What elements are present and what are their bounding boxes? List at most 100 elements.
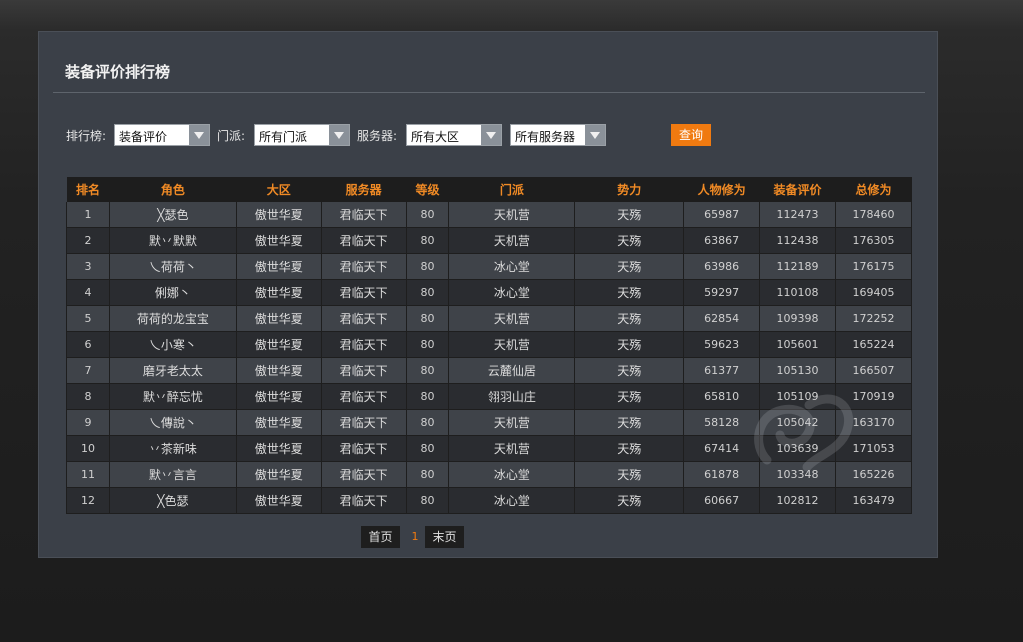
cell-total-cultivation: 169405 — [835, 279, 913, 306]
rank-filter-label: 排行榜: — [66, 129, 107, 143]
cell-equipment-score: 112438 — [759, 227, 836, 254]
cell-total-cultivation: 172252 — [835, 305, 913, 332]
region-select-value: 所有大区 — [411, 130, 460, 144]
current-page-number[interactable]: 1 — [410, 526, 420, 548]
cell-total-cultivation: 165224 — [835, 331, 913, 358]
cell-region: 傲世华夏 — [236, 357, 322, 384]
cell-server: 君临天下 — [321, 487, 407, 514]
cell-total-cultivation: 176305 — [835, 227, 913, 254]
cell-server: 君临天下 — [321, 383, 407, 410]
header-level: 等级 — [406, 177, 449, 202]
cell-equipment-score: 102812 — [759, 487, 836, 514]
cell-region: 傲世华夏 — [236, 409, 322, 436]
cell-rank: 3 — [66, 253, 110, 280]
cell-force: 天殇 — [574, 383, 685, 410]
cell-rank: 5 — [66, 305, 110, 332]
cell-character: 乀荷荷丶 — [109, 253, 237, 280]
cell-character: 默丷醉忘忧 — [109, 383, 237, 410]
table-row: 5 荷荷的龙宝宝 傲世华夏 君临天下 80 天机营 天殇 62854 10939… — [66, 305, 913, 332]
table-row: 12 ╳色瑟 傲世华夏 君临天下 80 冰心堂 天殇 60667 102812 … — [66, 487, 913, 514]
cell-character: 荷荷的龙宝宝 — [109, 305, 237, 332]
cell-region: 傲世华夏 — [236, 202, 322, 228]
cell-rank: 2 — [66, 227, 110, 254]
cell-character-cultivation: 62854 — [683, 305, 761, 332]
cell-level: 80 — [406, 383, 450, 410]
cell-level: 80 — [406, 253, 450, 280]
faction-filter-label: 门派: — [217, 129, 246, 143]
cell-faction: 天机营 — [448, 305, 576, 332]
cell-server: 君临天下 — [321, 435, 407, 462]
cell-force: 天殇 — [574, 331, 685, 358]
cell-character: 俐娜丶 — [109, 279, 237, 306]
header-faction: 门派 — [448, 177, 575, 202]
rank-select-value: 装备评价 — [119, 130, 168, 144]
rank-select[interactable]: 装备评价 — [114, 124, 210, 146]
cell-character-cultivation: 59623 — [683, 331, 761, 358]
cell-level: 80 — [406, 331, 450, 358]
query-button[interactable]: 查询 — [671, 124, 711, 146]
chevron-down-icon[interactable] — [481, 125, 501, 145]
cell-faction: 翎羽山庄 — [448, 383, 576, 410]
cell-faction: 冰心堂 — [448, 253, 576, 280]
region-select[interactable]: 所有大区 — [406, 124, 502, 146]
header-server: 服务器 — [321, 177, 407, 202]
server-filter-label: 服务器: — [357, 129, 398, 143]
cell-rank: 6 — [66, 331, 110, 358]
cell-force: 天殇 — [574, 461, 685, 488]
filter-bar: 排行榜: 装备评价 门派: 所有门派 服务器: 所有大区 所有服务器 查询 — [66, 124, 926, 146]
cell-level: 80 — [406, 279, 450, 306]
cell-region: 傲世华夏 — [236, 435, 322, 462]
cell-rank: 4 — [66, 279, 110, 306]
cell-region: 傲世华夏 — [236, 461, 322, 488]
cell-faction: 天机营 — [448, 409, 576, 436]
cell-server: 君临天下 — [321, 279, 407, 306]
table-row: 6 乀小寒丶 傲世华夏 君临天下 80 天机营 天殇 59623 105601 … — [66, 331, 913, 358]
cell-faction: 冰心堂 — [448, 279, 576, 306]
chevron-down-icon[interactable] — [189, 125, 209, 145]
page-title: 装备评价排行榜 — [65, 63, 171, 81]
cell-force: 天殇 — [574, 227, 685, 254]
cell-faction: 天机营 — [448, 435, 576, 462]
cell-rank: 11 — [66, 461, 110, 488]
cell-total-cultivation: 163479 — [835, 487, 913, 514]
faction-select-value: 所有门派 — [259, 130, 308, 144]
cell-faction: 天机营 — [448, 331, 576, 358]
cell-rank: 7 — [66, 357, 110, 384]
chevron-down-icon[interactable] — [585, 125, 605, 145]
cell-region: 傲世华夏 — [236, 253, 322, 280]
faction-select[interactable]: 所有门派 — [254, 124, 350, 146]
table-header-row: 排名 角色 大区 服务器 等级 门派 势力 人物修为 装备评价 总修为 — [66, 177, 912, 202]
cell-character: 丷茶新味 — [109, 435, 237, 462]
cell-level: 80 — [406, 487, 450, 514]
header-character-cultivation: 人物修为 — [683, 177, 760, 202]
header-rank: 排名 — [66, 177, 110, 202]
cell-character-cultivation: 65987 — [683, 202, 761, 228]
cell-character-cultivation: 59297 — [683, 279, 761, 306]
server-select[interactable]: 所有服务器 — [510, 124, 606, 146]
chevron-down-icon[interactable] — [329, 125, 349, 145]
cell-server: 君临天下 — [321, 409, 407, 436]
cell-character: 默丷默默 — [109, 227, 237, 254]
cell-level: 80 — [406, 461, 450, 488]
table-row: 4 俐娜丶 傲世华夏 君临天下 80 冰心堂 天殇 59297 110108 1… — [66, 279, 913, 306]
ranking-panel: 装备评价排行榜 排行榜: 装备评价 门派: 所有门派 服务器: 所有大区 所有服… — [38, 31, 938, 558]
cell-character: 默丷言言 — [109, 461, 237, 488]
cell-server: 君临天下 — [321, 461, 407, 488]
first-page-button[interactable]: 首页 — [361, 526, 400, 548]
last-page-button[interactable]: 末页 — [425, 526, 464, 548]
cell-rank: 1 — [66, 202, 110, 228]
cell-faction: 冰心堂 — [448, 487, 576, 514]
header-equipment-score: 装备评价 — [759, 177, 836, 202]
cell-force: 天殇 — [574, 487, 685, 514]
cell-level: 80 — [406, 305, 450, 332]
cell-character: ╳瑟色 — [109, 202, 237, 228]
cell-rank: 8 — [66, 383, 110, 410]
cell-equipment-score: 112189 — [759, 253, 836, 280]
cell-region: 傲世华夏 — [236, 383, 322, 410]
cell-equipment-score: 110108 — [759, 279, 836, 306]
cell-level: 80 — [406, 409, 450, 436]
cell-force: 天殇 — [574, 357, 685, 384]
cell-character-cultivation: 63986 — [683, 253, 761, 280]
cell-force: 天殇 — [574, 435, 685, 462]
cell-region: 傲世华夏 — [236, 305, 322, 332]
